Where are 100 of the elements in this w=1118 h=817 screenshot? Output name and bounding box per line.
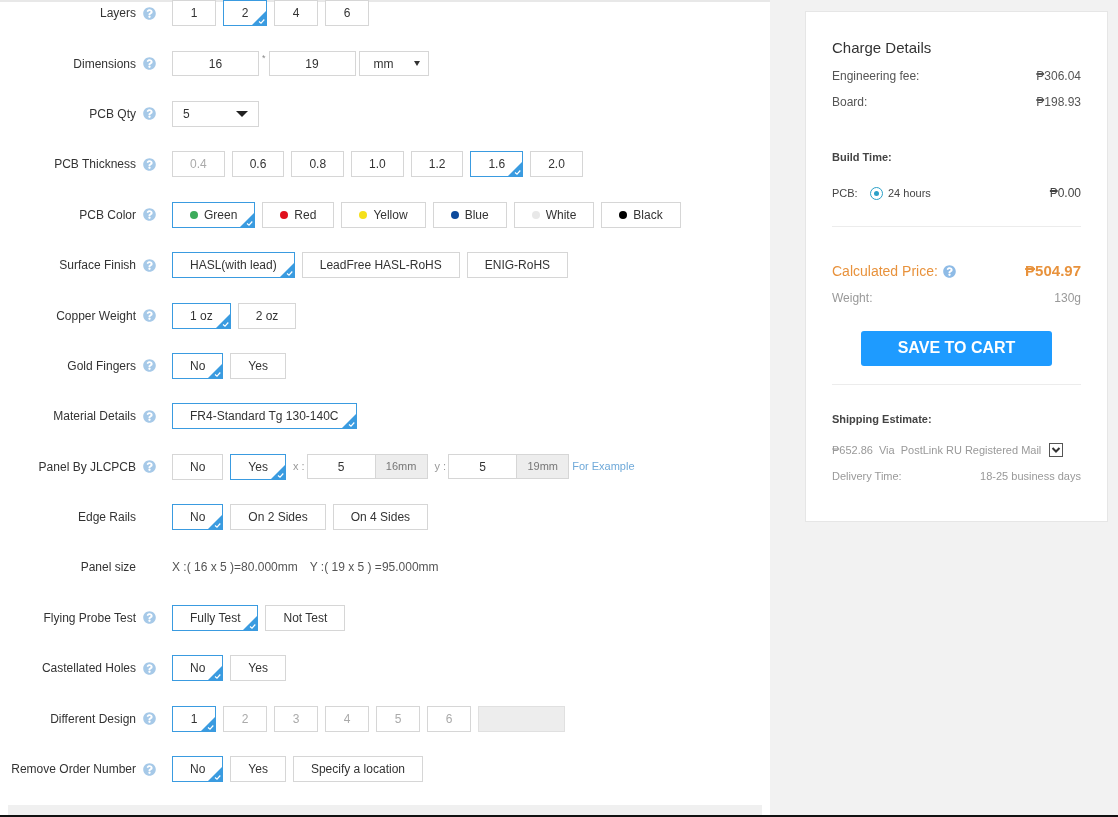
- selected-corner-icon: [341, 414, 356, 429]
- build-label: PCB:: [832, 185, 859, 201]
- help-icon[interactable]: [143, 661, 156, 675]
- option-button[interactable]: ENIG-RoHS: [466, 252, 569, 279]
- help-icon[interactable]: [143, 6, 156, 20]
- option-button[interactable]: HASL(with lead): [172, 252, 295, 279]
- selected-corner-icon: [243, 615, 258, 630]
- option-button[interactable]: 0.6: [231, 151, 285, 178]
- weight-label: Weight:: [832, 289, 873, 307]
- selected-corner-icon: [208, 515, 223, 530]
- shipping-via: Via: [879, 443, 895, 458]
- option-button[interactable]: Yes: [230, 453, 286, 480]
- field-label: Gold Fingers: [67, 357, 136, 375]
- panel-size-text: Y :( 19 x 5 ) =95.000mm: [309, 559, 439, 577]
- option-button[interactable]: 1.0: [351, 151, 404, 178]
- help-icon[interactable]: [143, 762, 156, 776]
- input-field[interactable]: 5: [306, 454, 376, 480]
- field-label: Panel By JLCPCB: [38, 458, 136, 476]
- option-button[interactable]: 2 oz: [237, 302, 297, 329]
- option-button[interactable]: 2: [223, 0, 267, 27]
- section-title: Shipping Estimate:: [832, 411, 933, 427]
- option-button[interactable]: White: [513, 201, 595, 228]
- option-button[interactable]: LeadFree HASL-RoHS: [301, 252, 460, 279]
- selected-corner-icon: [201, 716, 215, 731]
- option-button[interactable]: Yellow: [341, 201, 426, 228]
- help-icon[interactable]: [143, 208, 156, 222]
- option-button[interactable]: 6: [325, 0, 369, 27]
- delivery-value: 18-25 business days: [980, 468, 1081, 484]
- field-label: Different Design: [50, 710, 136, 728]
- option-button[interactable]: 1: [172, 0, 216, 27]
- option-button[interactable]: FR4-Standard Tg 130-140C: [172, 403, 357, 430]
- total-amount: ₱504.97: [1025, 261, 1081, 281]
- panel-size-text: X :( 16 x 5 )=80.000mm: [172, 559, 298, 577]
- selected-corner-icon: [240, 212, 255, 227]
- selected-corner-icon: [252, 11, 266, 26]
- option-button[interactable]: Green: [172, 201, 256, 228]
- separator-text: *: [262, 52, 266, 66]
- fee-amount: ₱198.93: [1036, 93, 1081, 111]
- help-icon[interactable]: [143, 460, 156, 474]
- axis-label: y :: [434, 459, 447, 475]
- option-button[interactable]: 2.0: [530, 151, 583, 178]
- delivery-label: Delivery Time:: [832, 468, 902, 484]
- option-button[interactable]: Not Test: [265, 604, 346, 631]
- option-button[interactable]: 1 oz: [172, 302, 231, 329]
- option-button[interactable]: Specify a location: [292, 756, 423, 783]
- selected-corner-icon: [208, 363, 223, 378]
- option-button[interactable]: No: [172, 352, 224, 379]
- help-icon[interactable]: [143, 359, 156, 373]
- option-button[interactable]: 1.2: [410, 151, 464, 178]
- selected-corner-icon: [208, 666, 223, 681]
- option-button[interactable]: Blue: [432, 201, 507, 228]
- option-button[interactable]: Red: [262, 201, 335, 228]
- help-icon[interactable]: [143, 258, 156, 272]
- help-icon[interactable]: [143, 57, 156, 71]
- option-button[interactable]: 0.8: [291, 151, 345, 178]
- option-button[interactable]: Yes: [230, 756, 286, 783]
- help-icon[interactable]: [143, 611, 156, 625]
- help-icon[interactable]: [143, 309, 156, 323]
- weight-value: 130g: [1054, 289, 1081, 307]
- option-button[interactable]: 4: [274, 0, 318, 27]
- input-field[interactable]: 19: [268, 51, 356, 77]
- input-field[interactable]: 5: [448, 454, 518, 480]
- option-button[interactable]: No: [172, 453, 224, 480]
- input-field[interactable]: 16: [172, 51, 259, 77]
- option-button[interactable]: 1: [172, 705, 216, 732]
- fee-label: Engineering fee:: [832, 67, 920, 85]
- option-button[interactable]: No: [172, 504, 224, 531]
- field-label: PCB Qty: [89, 105, 136, 123]
- option-button[interactable]: Black: [601, 201, 681, 228]
- total-label: Calculated Price:: [832, 261, 938, 281]
- selected-corner-icon: [208, 767, 223, 782]
- caret-icon: [413, 61, 420, 67]
- help-icon[interactable]: [143, 409, 156, 423]
- option-button[interactable]: Yes: [230, 352, 286, 379]
- field-label: Panel size: [80, 559, 136, 577]
- option-button[interactable]: On 4 Sides: [332, 504, 429, 531]
- build-option: 24 hours: [888, 184, 931, 202]
- help-icon[interactable]: [143, 712, 156, 726]
- option-button[interactable]: No: [172, 756, 224, 783]
- option-button[interactable]: No: [172, 655, 224, 682]
- section-title: Build Time:: [832, 149, 893, 165]
- selected-corner-icon: [279, 263, 294, 278]
- card-title: Charge Details: [832, 38, 933, 58]
- field-label: Remove Order Number: [11, 761, 136, 779]
- selected-corner-icon: [215, 313, 230, 328]
- field-label: Surface Finish: [59, 257, 136, 275]
- option-button[interactable]: 1.6: [470, 151, 524, 178]
- selected-corner-icon: [508, 162, 523, 177]
- option-button[interactable]: Fully Test: [172, 604, 259, 631]
- help-icon[interactable]: [942, 264, 956, 278]
- option-button[interactable]: On 2 Sides: [230, 504, 326, 531]
- help-icon[interactable]: [143, 157, 156, 171]
- field-label: Layers: [99, 5, 136, 23]
- option-button[interactable]: Yes: [230, 655, 286, 682]
- dropdown-icon[interactable]: [1049, 443, 1064, 458]
- field-label: Flying Probe Test: [43, 609, 136, 627]
- unit-select[interactable]: mm: [358, 51, 429, 77]
- build-amount: ₱0.00: [1049, 185, 1081, 202]
- help-icon[interactable]: [143, 107, 156, 121]
- quantity-select[interactable]: 5: [172, 100, 259, 127]
